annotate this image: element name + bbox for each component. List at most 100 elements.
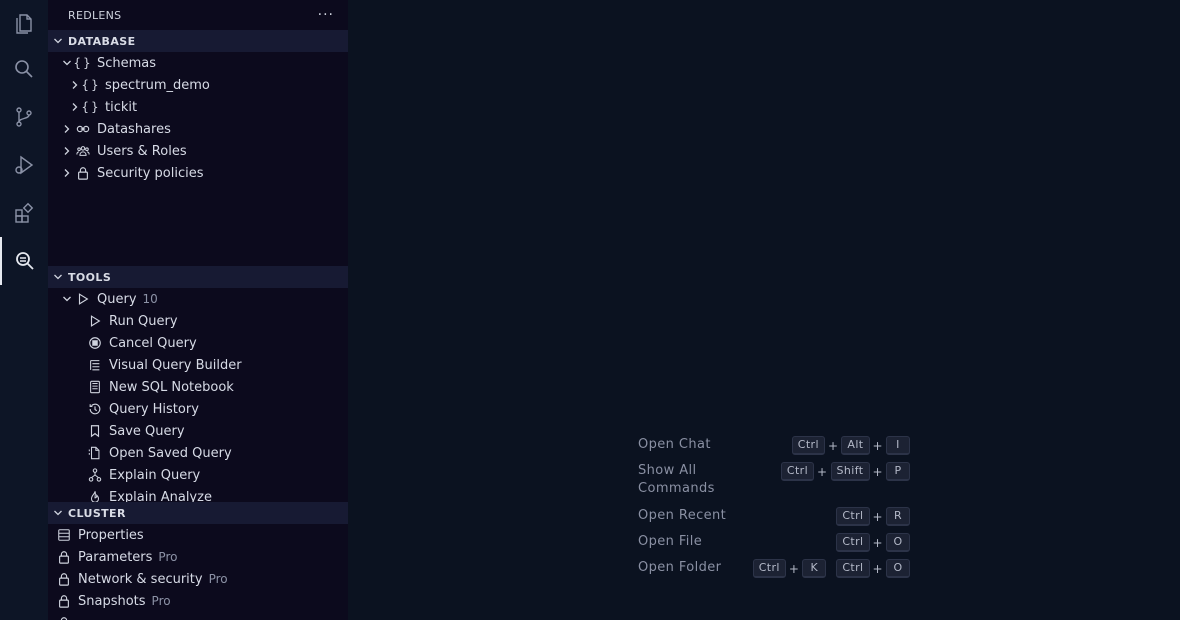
tree-item-users-roles[interactable]: Users & Roles [48, 140, 348, 162]
tool-item-open-saved-query[interactable]: Open Saved Query [48, 442, 348, 464]
cluster-item-network-security[interactable]: Network & security Pro [48, 568, 348, 590]
cluster-item-parameters[interactable]: Parameters Pro [48, 546, 348, 568]
braces-icon: {} [73, 56, 93, 70]
cluster-label: Parameters [78, 549, 153, 565]
query-label: Query [97, 291, 137, 307]
tree-item-schema[interactable]: {} spectrum_demo [48, 74, 348, 96]
explorer-icon[interactable] [0, 0, 48, 48]
tool-item-new-sql-notebook[interactable]: New SQL Notebook [48, 376, 348, 398]
shortcut-keys: Ctrl + Shift + P [780, 462, 910, 481]
shortcut-label: Open Chat [638, 437, 711, 452]
key-cap: R [886, 507, 910, 526]
server-icon [56, 527, 72, 543]
notebook-icon [87, 379, 103, 395]
extensions-icon[interactable] [0, 189, 48, 237]
tool-label: Save Query [109, 423, 185, 439]
tool-label: Visual Query Builder [109, 357, 242, 373]
key-cap: Shift [830, 462, 870, 481]
tree-item-query[interactable]: Query 10 [48, 288, 348, 310]
shortcut-row-open-folder[interactable]: Open Folder Ctrl + K Ctrl + O [638, 559, 910, 585]
shortcut-row-open-chat[interactable]: Open Chat Ctrl + Alt + I [638, 436, 910, 462]
cluster-item-properties[interactable]: Properties [48, 524, 348, 546]
key-cap: Ctrl [752, 559, 786, 578]
bookmark-icon [87, 423, 103, 439]
redlens-icon[interactable] [0, 237, 48, 285]
datashares-label: Datashares [97, 121, 171, 137]
cluster-section-header[interactable]: CLUSTER [48, 502, 348, 524]
schema-label: tickit [105, 99, 138, 115]
tool-label: Run Query [109, 313, 178, 329]
tree-item-datashares[interactable]: Datashares [48, 118, 348, 140]
shortcut-row-show-all-commands[interactable]: Show All Commands Ctrl + Shift + P [638, 462, 910, 507]
open-file-icon [87, 445, 103, 461]
pro-badge: Pro [158, 550, 178, 564]
shortcut-label: Open Recent [638, 508, 727, 523]
key-cap: O [886, 533, 910, 552]
chevron-down-icon [48, 272, 68, 282]
chevron-down-icon [48, 36, 68, 46]
tools-section-header[interactable]: TOOLS [48, 266, 348, 288]
users-icon [75, 143, 91, 159]
search-icon[interactable] [0, 45, 48, 93]
tree-item-schema[interactable]: {} tickit [48, 96, 348, 118]
tool-item-cancel-query[interactable]: Cancel Query [48, 332, 348, 354]
tool-item-visual-query-builder[interactable]: Visual Query Builder [48, 354, 348, 376]
shortcut-label: Open File [638, 534, 703, 549]
key-cap: Ctrl [791, 436, 825, 455]
activity-bar [0, 0, 48, 620]
lock-icon [56, 615, 72, 620]
tool-item-run-query[interactable]: Run Query [48, 310, 348, 332]
lock-icon [56, 593, 72, 609]
tool-item-explain-query[interactable]: Explain Query [48, 464, 348, 486]
sidebar-title: REDLENS [68, 8, 122, 22]
pro-badge: Pro [151, 594, 171, 608]
cluster-item-partial[interactable] [48, 612, 348, 620]
tool-label: Query History [109, 401, 199, 417]
lock-icon [56, 571, 72, 587]
cluster-label: Properties [78, 527, 144, 543]
lock-icon [56, 549, 72, 565]
shortcut-label: Show All Commands [638, 463, 715, 496]
chevron-right-icon [59, 146, 75, 156]
shortcut-keys: Ctrl + R [836, 507, 910, 526]
key-cap: K [802, 559, 827, 578]
play-icon [75, 291, 91, 307]
schema-label: spectrum_demo [105, 77, 210, 93]
cluster-section-title: CLUSTER [68, 506, 126, 520]
cluster-item-snapshots[interactable]: Snapshots Pro [48, 590, 348, 612]
list-tree-icon [87, 357, 103, 373]
key-cap: Ctrl [780, 462, 815, 481]
cluster-label: Network & security [78, 571, 203, 587]
lock-icon [75, 165, 91, 181]
tool-item-explain-analyze[interactable]: Explain Analyze [48, 486, 348, 502]
database-section-header[interactable]: DATABASE [48, 30, 348, 52]
shortcut-hints: Open Chat Ctrl + Alt + I Show All Commands… [638, 436, 910, 585]
query-count-badge: 10 [142, 292, 158, 306]
shortcut-row-open-recent[interactable]: Open Recent Ctrl + R [638, 507, 910, 533]
shortcut-keys: Ctrl + Alt + I [791, 436, 910, 455]
braces-icon: {} [81, 78, 101, 92]
tool-item-query-history[interactable]: Query History [48, 398, 348, 420]
chevron-down-icon [59, 294, 75, 304]
tool-label: Explain Analyze [109, 489, 212, 503]
shortcut-keys: Ctrl + O [836, 533, 910, 552]
users-roles-label: Users & Roles [97, 143, 187, 159]
tool-item-save-query[interactable]: Save Query [48, 420, 348, 442]
tool-label: New SQL Notebook [109, 379, 234, 395]
hierarchy-icon [87, 467, 103, 483]
key-cap: P [886, 462, 910, 481]
run-debug-icon[interactable] [0, 141, 48, 189]
more-actions-icon[interactable]: ··· [318, 7, 334, 23]
chevron-down-icon [48, 508, 68, 518]
tree-item-schemas[interactable]: {} Schemas [48, 52, 348, 74]
shortcut-row-open-file[interactable]: Open File Ctrl + O [638, 533, 910, 559]
tool-label: Open Saved Query [109, 445, 232, 461]
key-cap: Ctrl [836, 533, 870, 552]
source-control-icon[interactable] [0, 93, 48, 141]
tools-section-title: TOOLS [68, 270, 112, 284]
tree-item-security-policies[interactable]: Security policies [48, 162, 348, 184]
chevron-right-icon [59, 124, 75, 134]
cluster-tree: Properties Parameters Pro Network & secu… [48, 524, 348, 620]
key-cap: Ctrl [836, 559, 870, 578]
key-cap: I [886, 436, 910, 455]
